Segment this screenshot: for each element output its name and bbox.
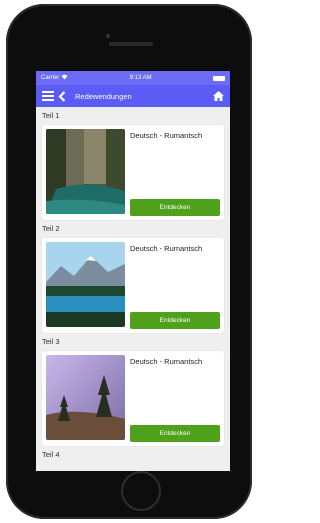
discover-button-1[interactable]: Entdecken — [130, 199, 220, 216]
status-time: 9:13 AM — [129, 75, 152, 81]
carrier-info: Carrier — [41, 74, 68, 82]
earpiece-speaker — [109, 42, 153, 46]
home-icon[interactable] — [211, 89, 225, 103]
front-camera — [106, 34, 110, 38]
section-image-2 — [46, 242, 125, 327]
section-title-1: Deutsch - Rumantsch — [130, 131, 203, 140]
section-card-2: Deutsch - Rumantsch Entdecken — [42, 238, 224, 333]
menu-icon[interactable] — [41, 89, 55, 103]
section-card-3: Deutsch - Rumantsch Entdecken — [42, 351, 224, 446]
home-button[interactable] — [121, 471, 161, 511]
section-image-1 — [46, 129, 125, 214]
section-label-4: Teil 4 — [42, 450, 60, 459]
carrier-label: Carrier — [41, 75, 60, 81]
section-label-2: Teil 2 — [42, 224, 60, 233]
discover-button-2[interactable]: Entdecken — [130, 312, 220, 329]
app-screen: Carrier 9:13 AM Redewendungen Teil 1 Deu… — [36, 71, 230, 471]
wifi-icon — [61, 74, 68, 82]
section-title-2: Deutsch - Rumantsch — [130, 244, 203, 253]
nav-title: Redewendungen — [75, 91, 132, 101]
phone-frame: Carrier 9:13 AM Redewendungen Teil 1 Deu… — [6, 4, 252, 519]
section-label-1: Teil 1 — [42, 111, 60, 120]
status-bar: Carrier 9:13 AM — [36, 71, 230, 85]
section-card-1: Deutsch - Rumantsch Entdecken — [42, 125, 224, 220]
nav-bar: Redewendungen — [36, 85, 230, 107]
section-list: Teil 1 Deutsch - Rumantsch Entdecken Tei… — [36, 109, 230, 462]
section-image-3 — [46, 355, 125, 440]
section-title-3: Deutsch - Rumantsch — [130, 357, 203, 366]
back-icon[interactable] — [55, 89, 69, 103]
section-label-3: Teil 3 — [42, 337, 60, 346]
discover-button-3[interactable]: Entdecken — [130, 425, 220, 442]
battery-icon — [212, 75, 225, 81]
